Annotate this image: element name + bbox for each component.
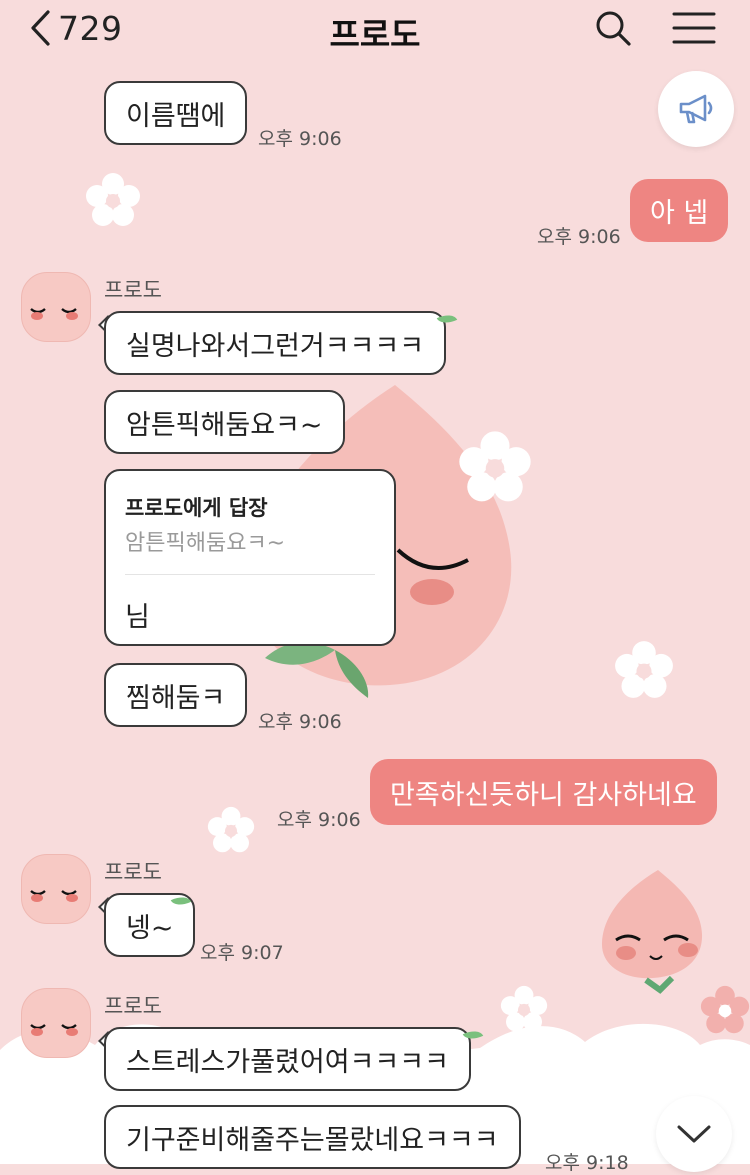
- message-time: 오후 9:18: [545, 1152, 629, 1174]
- message-bubble[interactable]: 찜해둠ㅋ: [104, 663, 248, 727]
- message-bubble[interactable]: 기구준비해줄주는몰랐네요ㅋㅋㅋ: [104, 1105, 521, 1169]
- sender-name: 프로도: [104, 278, 162, 302]
- my-message-bubble[interactable]: 만족하신듯하니 감사하네요: [370, 759, 717, 825]
- message-time: 오후 9:06: [258, 128, 342, 150]
- message-time: 오후 9:06: [258, 711, 342, 733]
- avatar[interactable]: [21, 272, 91, 342]
- chevron-down-icon: [677, 1125, 711, 1143]
- message-bubble[interactable]: 실명나와서그런거ㅋㅋㅋㅋ: [104, 311, 447, 375]
- avatar[interactable]: [21, 988, 91, 1058]
- message-time: 오후 9:06: [537, 226, 621, 248]
- flower-decoration: [615, 641, 673, 698]
- scroll-to-bottom-button[interactable]: [656, 1096, 732, 1172]
- search-button[interactable]: [591, 6, 635, 50]
- megaphone-icon: [679, 94, 713, 124]
- sender-name: 프로도: [104, 860, 162, 884]
- reply-message-bubble[interactable]: 프로도에게 답장 암튼픽해둠요ㅋ~ 님: [104, 469, 396, 646]
- peach-avatar-icon: [30, 308, 78, 320]
- quoted-message[interactable]: 암튼픽해둠요ㅋ~: [125, 525, 285, 557]
- notice-button[interactable]: [658, 71, 734, 147]
- search-icon: [596, 11, 631, 46]
- reply-target-label: 프로도에게 답장: [125, 496, 268, 520]
- message-bubble[interactable]: 암튼픽해둠요ㅋ~: [104, 390, 345, 454]
- chat-title: 프로도: [329, 15, 421, 54]
- chat-header: 729 프로도: [0, 0, 750, 56]
- avatar[interactable]: [21, 854, 91, 924]
- menu-icon: [672, 12, 716, 44]
- flower-decoration: [500, 985, 548, 1032]
- flower-decoration: [459, 431, 531, 502]
- message-time: 오후 9:06: [277, 809, 361, 831]
- reply-message-text: 님: [125, 602, 150, 633]
- peach-avatar-icon: [30, 1024, 78, 1036]
- reply-divider: [125, 574, 375, 575]
- my-message-bubble[interactable]: 아 넵: [630, 179, 729, 242]
- flower-decoration: [207, 806, 255, 853]
- peach-avatar-icon: [30, 890, 78, 902]
- message-bubble[interactable]: 스트레스가풀렸어여ㅋㅋㅋㅋ: [104, 1027, 471, 1091]
- message-bubble[interactable]: 이름땜에: [104, 81, 248, 145]
- flower-decoration: [700, 985, 750, 1034]
- message-time: 오후 9:07: [200, 942, 284, 964]
- peach-character-illustration: [601, 870, 703, 994]
- sender-name: 프로도: [104, 994, 162, 1018]
- flower-decoration: [86, 173, 140, 226]
- menu-button[interactable]: [672, 6, 716, 50]
